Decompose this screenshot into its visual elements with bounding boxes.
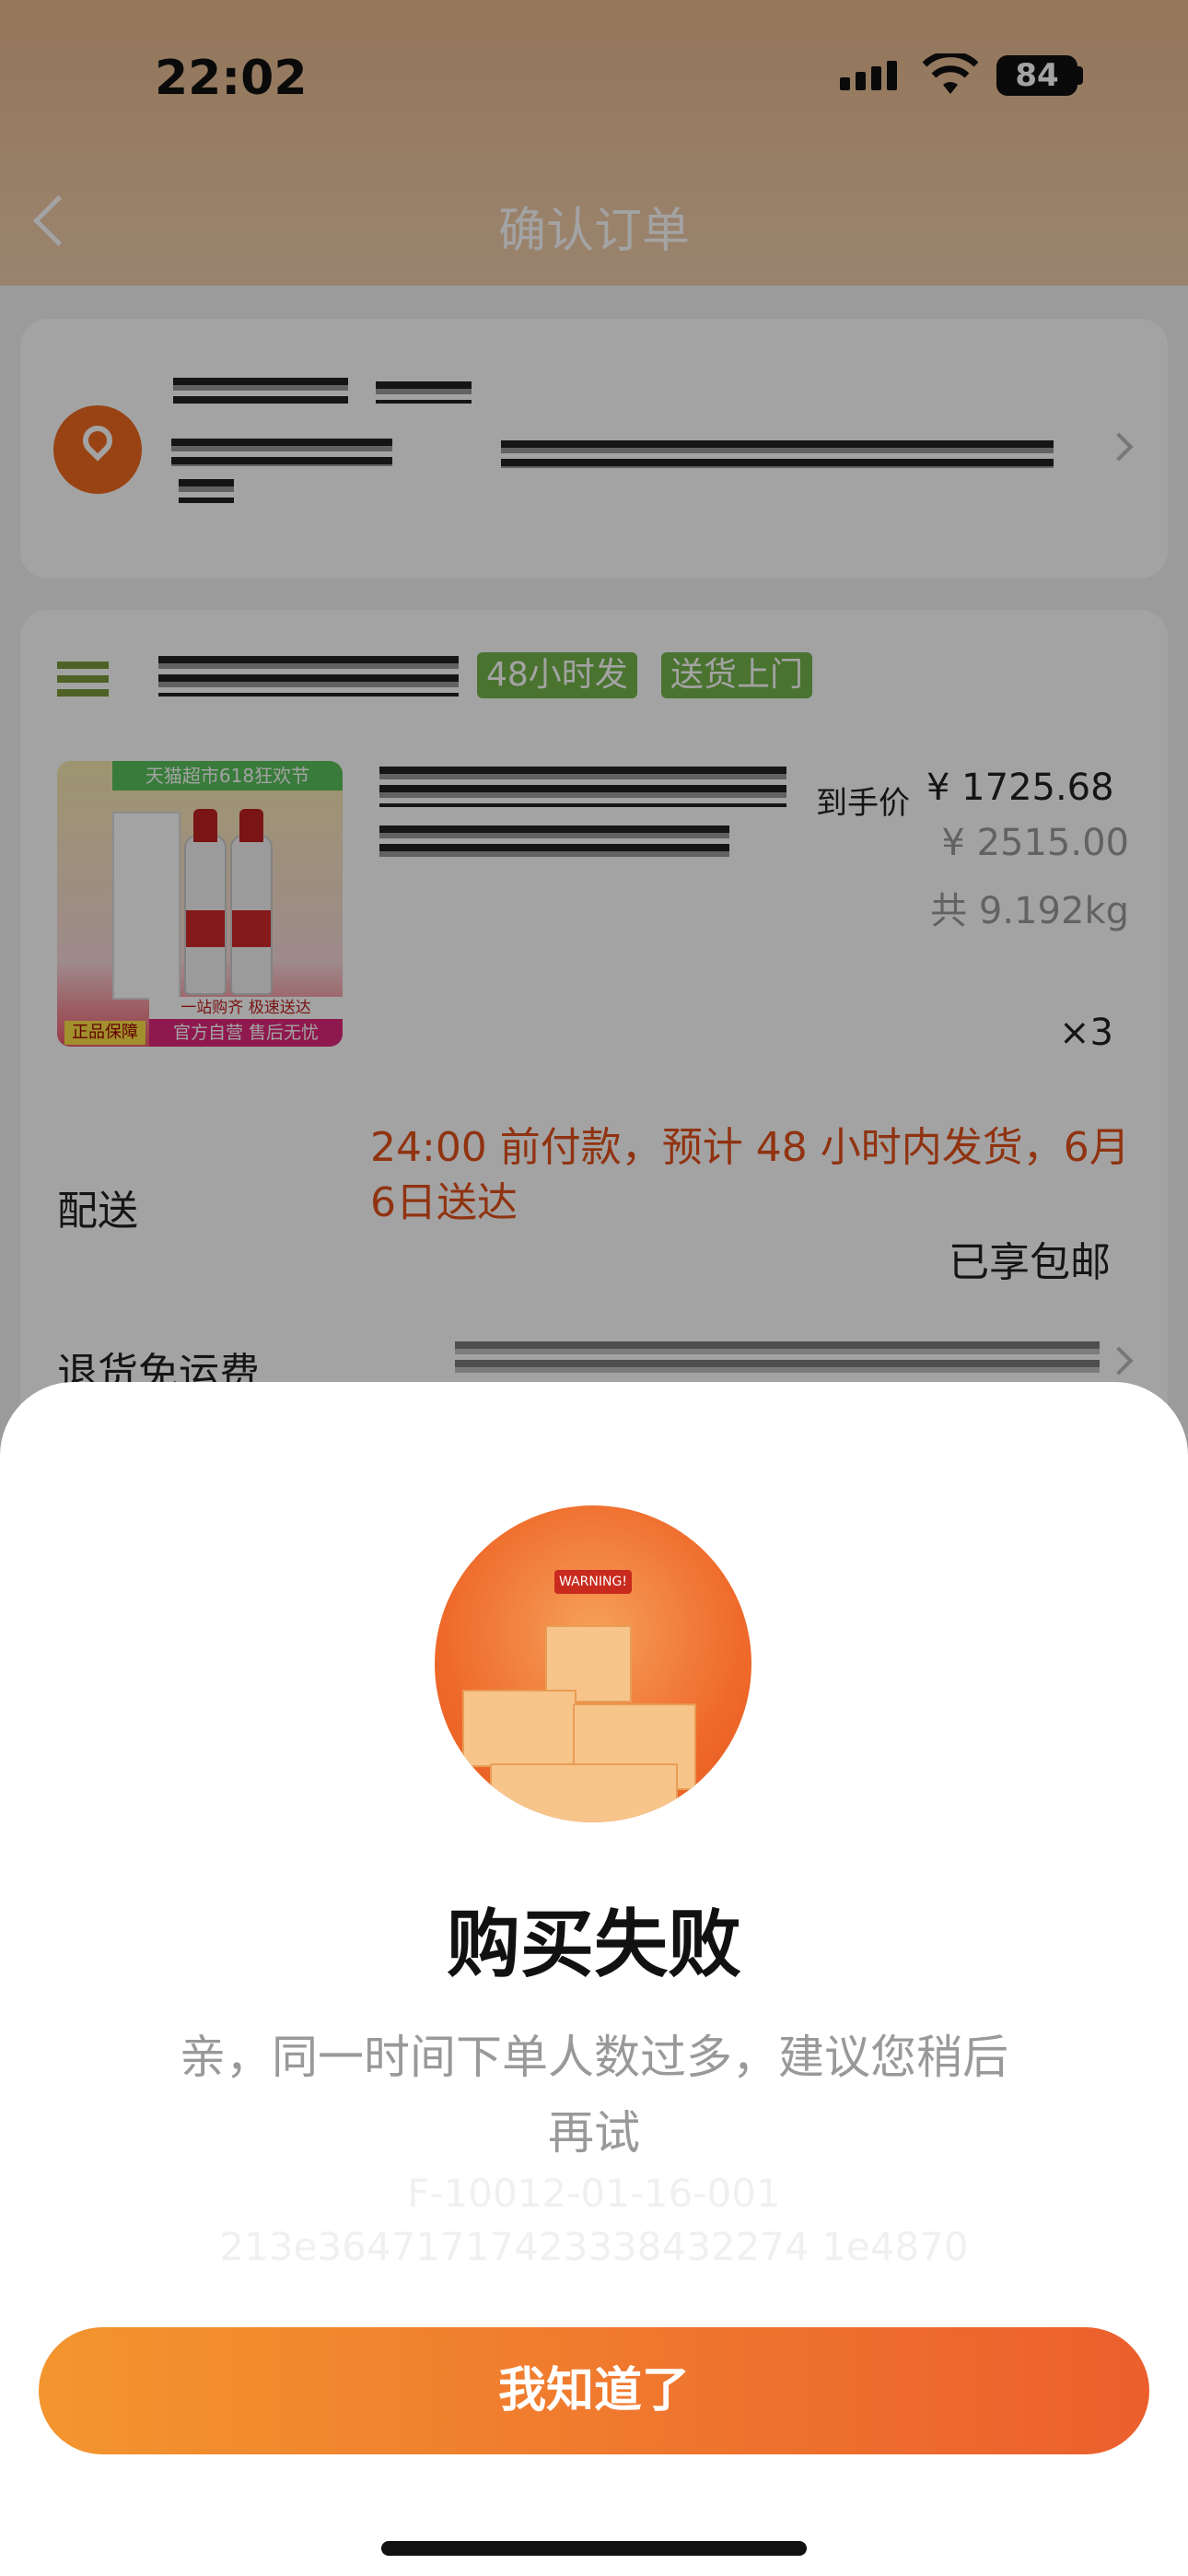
dialog-title: 购买失败 xyxy=(447,1902,741,1987)
home-indicator[interactable] xyxy=(381,2541,807,2556)
package-shape xyxy=(462,1690,577,1767)
error-code: F-10012-01-16-001 xyxy=(407,2171,781,2216)
acknowledge-button[interactable]: 我知道了 xyxy=(39,2327,1149,2454)
dialog-message: 亲，同一时间下单人数过多，建议您稍后再试 xyxy=(180,2031,1008,2160)
warning-truck-illustration: WARNING! xyxy=(435,1505,751,1822)
warning-sign: WARNING! xyxy=(554,1570,632,1594)
trace-id: 213e36471717423338432274 1e4870 xyxy=(219,2224,969,2269)
package-shape xyxy=(490,1763,678,1822)
